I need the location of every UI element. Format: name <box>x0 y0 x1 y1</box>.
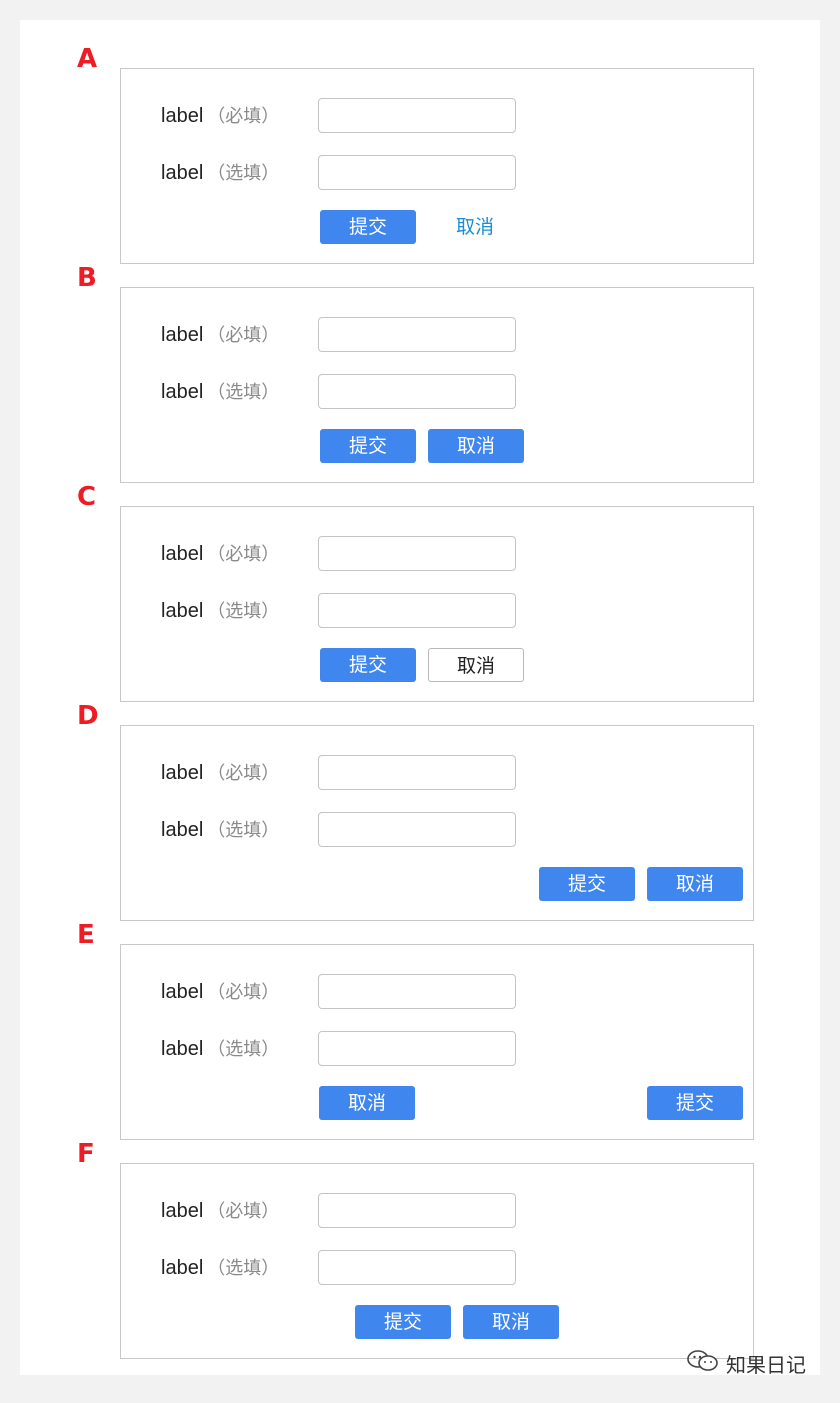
cancel-button[interactable]: 取消 <box>428 429 524 463</box>
form-row-required: label （必填） <box>121 317 753 353</box>
required-hint: （必填） <box>207 763 280 784</box>
field-label: label （必填） <box>161 324 280 346</box>
cancel-button[interactable]: 取消 <box>319 1086 415 1120</box>
variant-letter: F <box>77 1139 95 1169</box>
variant-letter: A <box>77 44 98 74</box>
required-hint: （必填） <box>207 106 280 127</box>
required-input[interactable] <box>318 98 516 133</box>
form-box: label （必填） label （选填） 提交 取消 <box>120 68 754 264</box>
variant-e: E label （必填） label （选填） 取消 提交 <box>20 918 820 1140</box>
field-label: label （选填） <box>161 1257 280 1279</box>
variant-a: A label （必填） label （选填） 提交 取消 <box>20 42 820 264</box>
cancel-button[interactable]: 取消 <box>428 648 524 682</box>
form-row-optional: label （选填） <box>121 374 753 410</box>
submit-button[interactable]: 提交 <box>320 648 416 682</box>
submit-button[interactable]: 提交 <box>647 1086 743 1120</box>
variant-b: B label （必填） label （选填） 提交 取消 <box>20 261 820 483</box>
form-row-required: label （必填） <box>121 1193 753 1229</box>
field-label: label （选填） <box>161 162 280 184</box>
required-input[interactable] <box>318 1193 516 1228</box>
optional-hint: （选填） <box>207 1039 280 1060</box>
optional-hint: （选填） <box>207 1258 280 1279</box>
form-box: label （必填） label （选填） 提交 取消 <box>120 287 754 483</box>
field-label: label （必填） <box>161 981 280 1003</box>
optional-input[interactable] <box>318 812 516 847</box>
variant-f: F label （必填） label （选填） 提交 取消 <box>20 1137 820 1359</box>
required-input[interactable] <box>318 755 516 790</box>
optional-input[interactable] <box>318 1250 516 1285</box>
form-row-optional: label （选填） <box>121 812 753 848</box>
field-label: label （选填） <box>161 600 280 622</box>
optional-hint: （选填） <box>207 163 280 184</box>
cancel-button[interactable]: 取消 <box>463 1305 559 1339</box>
watermark: 知果日记 <box>686 1350 806 1380</box>
optional-hint: （选填） <box>207 382 280 403</box>
watermark-text: 知果日记 <box>726 1353 806 1377</box>
submit-button[interactable]: 提交 <box>355 1305 451 1339</box>
required-input[interactable] <box>318 536 516 571</box>
required-hint: （必填） <box>207 544 280 565</box>
form-row-optional: label （选填） <box>121 155 753 191</box>
field-label: label （必填） <box>161 1200 280 1222</box>
field-label: label （选填） <box>161 381 280 403</box>
page-canvas: A label （必填） label （选填） 提交 取消 B label （必填） … <box>20 20 820 1375</box>
optional-hint: （选填） <box>207 820 280 841</box>
required-input[interactable] <box>318 317 516 352</box>
form-box: label （必填） label （选填） 提交 取消 <box>120 1163 754 1359</box>
form-box: label （必填） label （选填） 取消 提交 <box>120 944 754 1140</box>
optional-input[interactable] <box>318 374 516 409</box>
optional-input[interactable] <box>318 593 516 628</box>
variant-c: C label （必填） label （选填） 提交 取消 <box>20 480 820 702</box>
optional-input[interactable] <box>318 155 516 190</box>
submit-button[interactable]: 提交 <box>320 429 416 463</box>
required-input[interactable] <box>318 974 516 1009</box>
optional-input[interactable] <box>318 1031 516 1066</box>
form-row-required: label （必填） <box>121 98 753 134</box>
form-row-required: label （必填） <box>121 755 753 791</box>
wechat-icon <box>686 1348 720 1382</box>
form-row-required: label （必填） <box>121 974 753 1010</box>
submit-button[interactable]: 提交 <box>320 210 416 244</box>
form-box: label （必填） label （选填） 提交 取消 <box>120 506 754 702</box>
form-row-optional: label （选填） <box>121 1250 753 1286</box>
field-label: label （选填） <box>161 1038 280 1060</box>
variant-d: D label （必填） label （选填） 提交 取消 <box>20 699 820 921</box>
required-hint: （必填） <box>207 1201 280 1222</box>
cancel-button[interactable]: 取消 <box>647 867 743 901</box>
field-label: label （必填） <box>161 543 280 565</box>
variant-letter: B <box>77 263 97 293</box>
field-label: label （必填） <box>161 762 280 784</box>
required-hint: （必填） <box>207 325 280 346</box>
form-box: label （必填） label （选填） 提交 取消 <box>120 725 754 921</box>
field-label: label （必填） <box>161 105 280 127</box>
required-hint: （必填） <box>207 982 280 1003</box>
variant-letter: E <box>77 920 95 950</box>
variant-letter: D <box>77 701 99 731</box>
cancel-link[interactable]: 取消 <box>427 210 523 244</box>
variant-letter: C <box>77 482 97 512</box>
submit-button[interactable]: 提交 <box>539 867 635 901</box>
form-row-required: label （必填） <box>121 536 753 572</box>
form-row-optional: label （选填） <box>121 593 753 629</box>
field-label: label （选填） <box>161 819 280 841</box>
optional-hint: （选填） <box>207 601 280 622</box>
form-row-optional: label （选填） <box>121 1031 753 1067</box>
